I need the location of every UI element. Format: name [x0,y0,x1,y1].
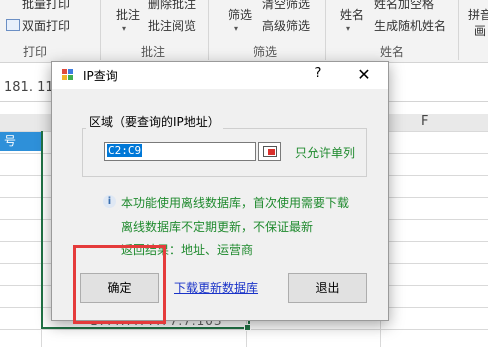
dialog-title: IP查询 [83,69,118,83]
draw-button[interactable]: 画 [474,22,486,39]
ribbon: 批量打印 双面打印 打印 批注 ▾ 删除批注 批注阅览 批注 筛选 ▾ 清空筛选… [0,0,488,63]
random-name-button[interactable]: 生成随机姓名 [374,17,446,34]
range-input[interactable]: C2:C9 [104,142,256,161]
info-line-2: 离线数据库不定期更新，不保证最新 [121,220,314,234]
ribbon-separator [325,0,326,60]
range-input-value: C2:C9 [107,144,143,157]
group-label-comment: 批注 [141,45,166,59]
filter-button[interactable]: 筛选 [228,6,252,23]
chevron-down-icon: ▾ [346,24,351,33]
group-label-name: 姓名 [380,45,405,59]
exit-button[interactable]: 退出 [288,273,367,303]
batch-print-button[interactable]: 批量打印 [22,0,70,12]
fill-handle[interactable] [244,324,251,331]
delete-comment-button[interactable]: 删除批注 [148,0,196,12]
dialog-titlebar[interactable]: IP查询 ? ✕ [52,62,388,89]
info-icon: i [103,195,116,208]
app-icon [62,69,75,81]
range-group-label: 区域（要查询的IP地址） [86,113,223,130]
chevron-down-icon: ▾ [122,24,127,33]
printer-icon [6,19,20,31]
range-picker-button[interactable] [258,142,281,161]
highlight-annotation [73,245,166,324]
ribbon-separator [208,0,209,60]
ribbon-separator [458,0,459,60]
name-button[interactable]: 姓名 [340,6,364,23]
help-button[interactable]: ? [306,66,330,84]
group-label-filter: 筛选 [253,45,278,59]
chevron-down-icon: ▾ [234,24,239,33]
ribbon-separator [100,0,101,60]
group-label-print: 打印 [23,45,48,59]
pinyin-button[interactable]: 拼音 [468,6,488,23]
duplex-print-button[interactable]: 双面打印 [22,17,70,34]
name-add-space-button[interactable]: 姓名加空格 [374,0,434,12]
single-column-note: 只允许单列 [295,146,356,160]
column-header-f[interactable]: F [421,114,428,129]
clear-filter-button[interactable]: 清空筛选 [262,0,310,12]
comment-button[interactable]: 批注 [116,6,140,23]
close-button[interactable]: ✕ [350,64,378,86]
advanced-filter-button[interactable]: 高级筛选 [262,17,310,34]
range-arrow-icon [268,149,275,155]
view-comment-button[interactable]: 批注阅览 [148,17,196,34]
formula-bar-text: 181. 11 [4,80,54,95]
download-database-link[interactable]: 下载更新数据库 [174,279,258,296]
info-line-1: 本功能使用离线数据库，首次使用需要下载 [121,196,350,210]
